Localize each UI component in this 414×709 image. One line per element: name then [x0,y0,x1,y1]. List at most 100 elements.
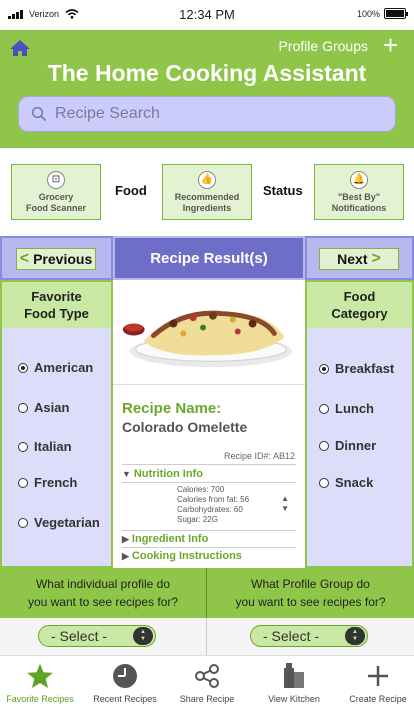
radio-checked[interactable] [319,363,329,374]
star-icon [27,663,53,689]
home-icon[interactable] [9,39,31,57]
group-question-line2: you want to see recipes for? [235,595,386,609]
nutrition-line: Carbohydrates: 60 [177,505,243,514]
plus-icon [368,666,388,686]
nutrition-line: Calories: 700 [177,485,225,494]
tab-label: Recent Recipes [93,694,157,704]
chevron-left-icon: < [19,250,30,267]
cooking-instructions-toggle[interactable]: ▶ Cooking Instructions [122,550,242,562]
food-type-label: Vegetarian [34,515,100,530]
radio-unchecked[interactable] [18,517,28,528]
food-category-panel: Food Category Breakfast Lunch Dinner Sna… [305,280,414,568]
status-bar: Verizon 12:34 PM 100% [0,0,414,30]
app-title: The Home Cooking Assistant [47,60,367,86]
profile-groups-link[interactable]: Profile Groups [279,38,368,54]
bestby-line1: "Best By" [337,191,381,202]
cooking-instructions-label: Cooking Instructions [131,550,242,562]
scroll-down-icon[interactable]: ▼ [281,504,289,514]
share-icon [195,664,219,688]
bestby-line2: Notifications [331,202,387,213]
recommended-ingredients-button[interactable]: 👍 Recommended Ingredients [162,164,252,220]
divider [122,482,296,483]
food-type-label: Asian [34,400,70,415]
radio-unchecked[interactable] [319,403,329,414]
category-label: Snack [335,475,374,490]
recipe-search-input[interactable] [55,105,375,123]
recipe-name-label: Recipe Name: [122,400,222,417]
tab-favorite-recipes[interactable]: Favorite Recipes [0,662,80,704]
select-arrows-icon: ▲ ▼ [133,627,153,645]
recipe-id: Recipe ID#: AB12 [223,451,295,461]
next-label: Next [337,251,368,267]
thumbs-up-icon: 👍 [198,170,216,189]
radio-unchecked[interactable] [319,440,329,451]
category-option-snack[interactable]: Snack [319,475,373,490]
scroll-up-icon[interactable]: ▲ [281,494,289,504]
nutrition-info-toggle[interactable]: ▼ Nutrition Info [122,468,203,480]
category-option-dinner[interactable]: Dinner [319,438,376,453]
battery-icon [384,8,408,19]
select-arrows-icon: ▲ ▼ [345,627,365,645]
nutrition-line: Sugar: 22G [177,515,218,524]
food-type-option-vegetarian[interactable]: Vegetarian [18,515,100,530]
divider [122,547,296,548]
tab-create-recipe[interactable]: Create Recipe [338,662,414,704]
food-category-header: Food Category [307,282,412,328]
next-button[interactable]: Next > [319,248,399,270]
recommended-line1: Recommended [174,191,240,202]
recommended-line2: Ingredients [182,202,232,213]
divider [206,618,207,655]
food-type-label: Italian [34,439,72,454]
status-time: 12:34 PM [179,7,235,22]
favorite-food-type-header: Favorite Food Type [2,282,111,328]
ingredient-info-toggle[interactable]: ▶ Ingredient Info [122,533,208,545]
recipe-dish-image[interactable] [113,280,305,385]
profile-questions-row: What individual profile do you want to s… [0,568,414,618]
tab-view-kitchen[interactable]: View Kitchen [254,662,334,704]
nutrition-scroller[interactable]: ▲ ▼ [281,494,289,514]
category-header-line1: Food [343,289,376,304]
food-type-option-american[interactable]: American [18,360,93,375]
profile-group-select[interactable]: - Select - ▲ ▼ [250,625,368,647]
food-type-option-asian[interactable]: Asian [18,400,69,415]
app-header: Profile Groups + The Home Cooking Assist… [0,30,414,148]
tab-label: Share Recipe [179,694,235,704]
tab-recent-recipes[interactable]: Recent Recipes [85,662,165,704]
previous-label: Previous [33,251,93,267]
food-type-option-italian[interactable]: Italian [18,439,72,454]
feature-row: ⊡ Grocery Food Scanner Food 👍 Recommende… [0,148,414,236]
category-label: Lunch [335,401,374,416]
category-header-line2: Category [331,306,388,321]
chevron-right-icon: > [371,250,381,267]
food-type-label: American [34,360,94,375]
radio-unchecked[interactable] [18,402,28,413]
food-type-label: French [34,475,78,490]
radio-unchecked[interactable] [18,477,28,488]
recipe-search-box[interactable] [18,96,396,132]
category-option-lunch[interactable]: Lunch [319,401,374,416]
nutrition-details: Calories: 700 Calories from fat: 56 Carb… [177,485,249,525]
category-option-breakfast[interactable]: Breakfast [319,361,394,376]
profile-group-question: What Profile Group do you want to see re… [207,568,414,618]
tab-share-recipe[interactable]: Share Recipe [167,662,247,704]
ingredient-info-label: Ingredient Info [131,533,209,545]
individual-profile-question: What individual profile do you want to s… [0,568,206,618]
select-label: - Select - [51,628,108,644]
recipe-nav-row: < Previous Recipe Result(s) Next > [0,236,414,280]
nutrition-info-label: Nutrition Info [133,468,203,480]
favorite-header-line2: Food Type [24,306,89,321]
select-label: - Select - [263,628,320,644]
bottom-tab-bar: Favorite Recipes Recent Recipes Share Re… [0,655,414,709]
radio-checked[interactable] [18,362,28,373]
status-label: Status [263,183,303,198]
individual-profile-select[interactable]: - Select - ▲ ▼ [38,625,156,647]
previous-button[interactable]: < Previous [16,248,96,270]
radio-unchecked[interactable] [319,477,329,488]
group-question-line1: What Profile Group do [251,577,370,591]
best-by-notifications-button[interactable]: 🔔 "Best By" Notifications [314,164,404,220]
category-label: Dinner [335,438,377,453]
radio-unchecked[interactable] [18,441,28,452]
food-type-option-french[interactable]: French [18,475,77,490]
grocery-scanner-button[interactable]: ⊡ Grocery Food Scanner [11,164,101,220]
add-profile-group-icon[interactable]: + [383,32,398,58]
